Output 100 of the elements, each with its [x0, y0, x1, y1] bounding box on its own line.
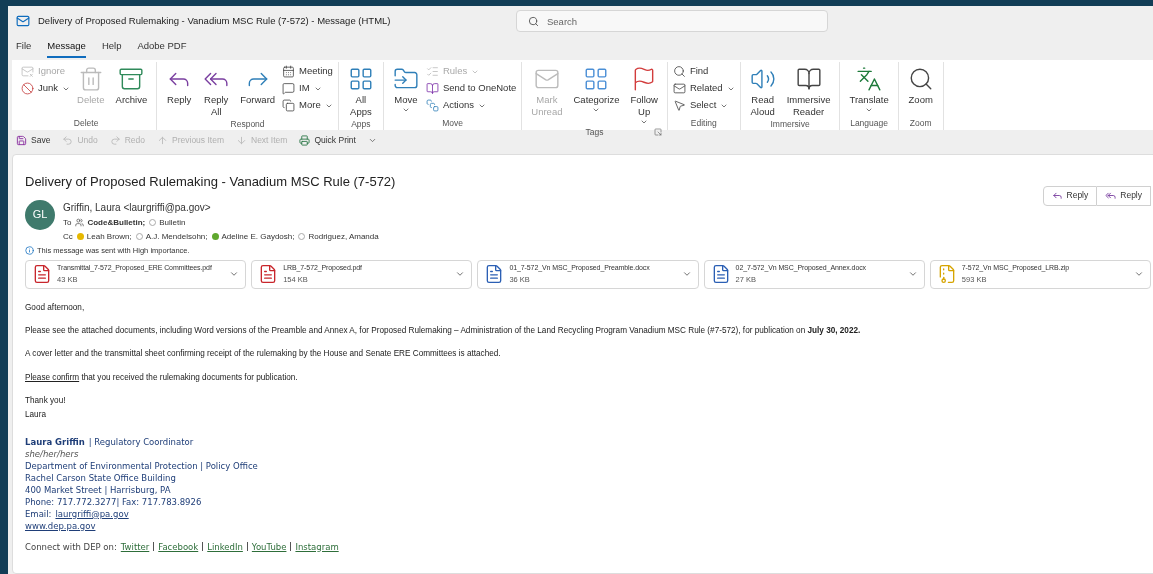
- caret-icon: [401, 106, 410, 114]
- reply-button[interactable]: Reply: [1097, 185, 1151, 206]
- social-link[interactable]: YouTube: [251, 540, 287, 553]
- body-paragraph: Please see the attached documents, including Word versions of the Preamble and Annex A, for Proposed Rulemaking – Administration of the Land Recycling Program Vanadium MSC Rule (#7-572), for publication on July 30, 2022.: [25, 325, 862, 338]
- body-paragraph: Please confirm that you received the rulemaking documents for publication.: [25, 371, 299, 384]
- signature-line: Phone: 717.772.3277| Fax: 717.783.8926: [25, 495, 203, 508]
- signature-line: Rachel Carson State Office Building: [25, 471, 177, 484]
- list-icon: [425, 65, 439, 78]
- app-icon: [16, 14, 30, 28]
- menu-tab[interactable]: Adobe PDF: [137, 38, 187, 58]
- ribbon-button[interactable]: Archive: [111, 62, 152, 117]
- undo-icon: [62, 134, 74, 146]
- ribbon-button[interactable]: Zoom: [903, 62, 938, 117]
- pointer-icon: [672, 99, 686, 112]
- printer-icon: [299, 134, 311, 146]
- body-paragraph: A cover letter and the transmittal sheet confirming receipt of the rulemaking by the House and Senate ERE Committees is attached.: [25, 348, 502, 361]
- window-title: Delivery of Proposed Rulemaking - Vanadium MSC Rule (7-572) - Message (HTML): [38, 13, 392, 28]
- ribbon-button[interactable]: Find: [672, 63, 735, 80]
- recipient-name[interactable]: A.J. Mendelsohn;: [145, 230, 208, 243]
- envelope-icon: [672, 82, 686, 95]
- recipient-name[interactable]: Adeline E. Gaydosh;: [221, 230, 295, 243]
- chat-icon: [282, 82, 296, 95]
- redo-icon: [109, 134, 121, 146]
- ribbon-button[interactable]: Follow Up: [626, 62, 662, 126]
- group-label: Tags: [585, 126, 604, 139]
- ribbon-button[interactable]: Reply All: [199, 62, 234, 118]
- signature-title: | Regulatory Coordinator: [88, 435, 194, 448]
- recipient-name[interactable]: Rodriguez, Amanda: [308, 230, 379, 243]
- reply-all-icon: [1105, 190, 1117, 201]
- toolbar-button[interactable]: Quick Print: [299, 133, 356, 147]
- group-label: Move: [442, 117, 463, 130]
- email-label: Email:: [25, 507, 52, 520]
- signature-line: 400 Market Street | Harrisburg, PA: [25, 483, 172, 496]
- ribbon-button[interactable]: IM: [282, 80, 333, 97]
- avatar: GL: [25, 199, 55, 230]
- cc-label: Cc: [63, 230, 73, 243]
- ribbon-button[interactable]: Immersive Reader: [782, 62, 835, 118]
- message-subject: Delivery of Proposed Rulemaking - Vanadium MSC Rule (7-572): [25, 173, 396, 191]
- calendar-icon: [282, 65, 296, 78]
- group-label: Immersive: [770, 118, 810, 131]
- to-label: To: [63, 216, 72, 229]
- search-field[interactable]: Search: [516, 10, 828, 32]
- body-paragraph: Good afternoon,: [25, 301, 86, 314]
- confirm-link[interactable]: Please confirm: [25, 372, 80, 382]
- group-label: Respond: [230, 118, 265, 131]
- toolbar-button[interactable]: Save: [16, 133, 51, 147]
- sender-name[interactable]: Griffin, Laura <laurgriffi@pa.gov>: [63, 199, 211, 215]
- group-label: Delete: [73, 117, 99, 130]
- email-link[interactable]: laurgriffi@pa.gov: [55, 507, 129, 520]
- group-label: Editing: [690, 117, 717, 130]
- group-label: Apps: [351, 118, 371, 131]
- recipient-name[interactable]: Code&Bulletin;: [87, 216, 146, 229]
- social-link[interactable]: LinkedIn: [207, 540, 243, 553]
- arrow-down-icon: [236, 134, 247, 146]
- translate-icon: [856, 66, 883, 92]
- book-icon: [795, 66, 822, 92]
- ribbon-button[interactable]: Categorize: [569, 62, 624, 126]
- save-icon: [16, 134, 27, 146]
- group-label: Language: [850, 117, 888, 130]
- book-icon: [425, 82, 439, 95]
- ribbon-button[interactable]: All Apps: [343, 62, 378, 118]
- reply-icon: [1051, 190, 1063, 201]
- body-line: Laura: [25, 409, 47, 422]
- copy-icon: [282, 99, 296, 112]
- group-label: Zoom: [909, 117, 932, 130]
- ribbon-button[interactable]: Translate: [845, 62, 893, 117]
- menu-tab[interactable]: File: [16, 38, 32, 58]
- search-icon: [528, 15, 539, 27]
- ribbon-button[interactable]: More: [282, 97, 333, 114]
- mail-x-icon: [21, 65, 34, 78]
- ribbon-button[interactable]: Select: [672, 97, 735, 114]
- ribbon-button[interactable]: Reply: [162, 62, 197, 118]
- website-link[interactable]: www.dep.pa.gov: [25, 519, 96, 532]
- caret-icon: [592, 106, 601, 114]
- archive-icon: [118, 66, 145, 92]
- arrow-up-icon: [157, 134, 169, 146]
- ribbon-button[interactable]: Send to OneNote: [425, 80, 517, 97]
- menu-tab[interactable]: Help: [101, 38, 122, 58]
- ribbon-button[interactable]: Move: [388, 62, 423, 117]
- body-line: Thank you!: [25, 394, 67, 407]
- reply-button[interactable]: Reply: [1042, 185, 1098, 206]
- caret-icon: [640, 118, 649, 126]
- menu-tab[interactable]: Message: [47, 38, 86, 58]
- social-link[interactable]: Twitter: [120, 540, 150, 553]
- launcher-icon[interactable]: [653, 128, 662, 137]
- ribbon-button[interactable]: Meeting: [282, 63, 333, 80]
- search-icon: [672, 65, 686, 78]
- ribbon-button[interactable]: Read Aloud: [745, 62, 780, 118]
- ribbon-button[interactable]: Actions: [425, 97, 517, 114]
- signature-line: Department of Environmental Protection | Policy Office: [25, 459, 259, 472]
- caret-icon: [865, 106, 874, 114]
- recipient-name[interactable]: Bulletin: [159, 216, 186, 229]
- block-icon: [21, 82, 34, 95]
- social-link[interactable]: Instagram: [295, 540, 339, 553]
- signature-name: Laura Griffin: [25, 435, 85, 448]
- ribbon-button[interactable]: Related: [672, 80, 735, 97]
- recipient-name[interactable]: Leah Brown;: [86, 230, 132, 243]
- social-link[interactable]: Facebook: [158, 540, 199, 553]
- ribbon-button[interactable]: Forward: [236, 62, 280, 118]
- ribbon-button[interactable]: Junk: [21, 80, 71, 97]
